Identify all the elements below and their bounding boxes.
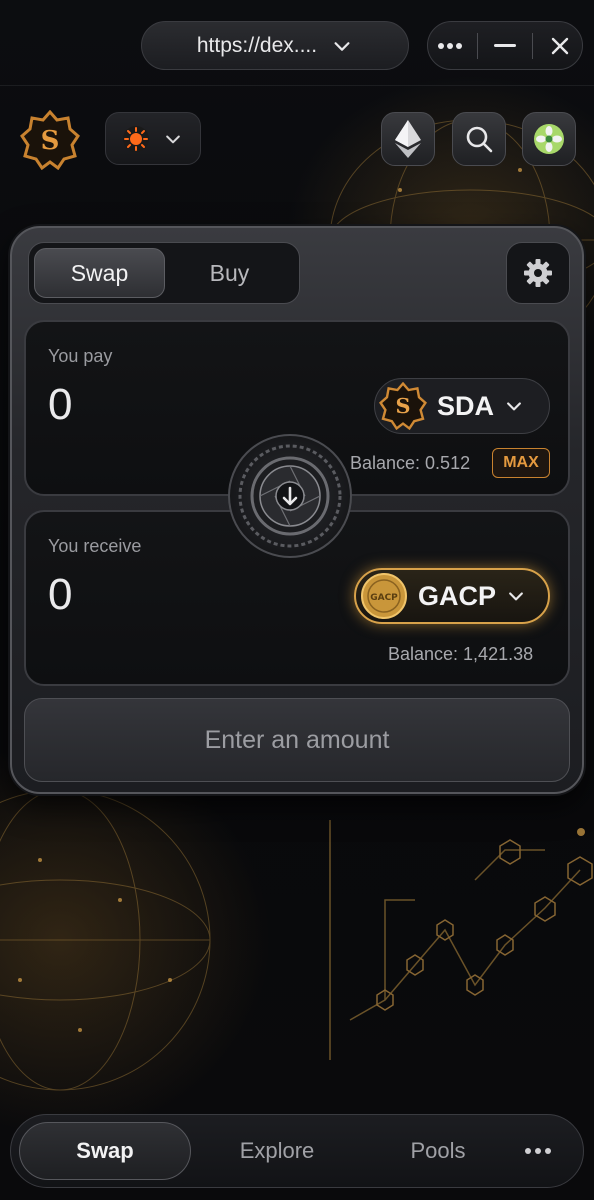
chevron-down-icon bbox=[334, 41, 350, 51]
close-button[interactable] bbox=[542, 28, 578, 64]
app-logo[interactable]: S bbox=[20, 109, 80, 171]
ethereum-button[interactable] bbox=[381, 112, 435, 166]
pay-balance: Balance: 0.512 bbox=[350, 453, 471, 473]
divider bbox=[531, 32, 533, 59]
pay-token-selector[interactable]: S SDA bbox=[374, 378, 550, 434]
sda-logo-icon: S bbox=[20, 109, 80, 171]
enter-amount-button[interactable]: Enter an amount bbox=[24, 698, 570, 782]
chevron-down-icon bbox=[509, 592, 523, 601]
gear-icon bbox=[524, 259, 552, 287]
swap-buy-tabs: Swap Buy bbox=[28, 242, 300, 304]
gacp-token-icon: GACP bbox=[360, 572, 408, 620]
nav-explore[interactable]: Explore bbox=[191, 1122, 363, 1180]
svg-text:S: S bbox=[395, 393, 410, 418]
receive-token-selector[interactable]: GACP GACP bbox=[354, 568, 550, 624]
sun-network-icon bbox=[123, 125, 149, 152]
nav-swap[interactable]: Swap bbox=[19, 1122, 191, 1180]
pay-token-symbol: SDA bbox=[437, 390, 495, 421]
search-button[interactable] bbox=[452, 112, 506, 166]
flower-avatar-icon bbox=[534, 124, 564, 154]
more-horizontal-icon bbox=[525, 1148, 551, 1154]
more-horizontal-icon bbox=[438, 42, 463, 49]
network-selector[interactable] bbox=[105, 112, 201, 165]
more-button[interactable] bbox=[432, 28, 468, 64]
chevron-down-icon bbox=[507, 402, 521, 411]
search-icon bbox=[466, 126, 493, 153]
receive-token-symbol: GACP bbox=[418, 580, 497, 611]
profile-button[interactable] bbox=[522, 112, 576, 166]
url-bar[interactable]: https://dex.... bbox=[141, 21, 409, 70]
nav-more-button[interactable] bbox=[513, 1122, 563, 1180]
chevron-down-icon bbox=[166, 135, 180, 143]
browser-toolbar: https://dex.... bbox=[0, 0, 594, 86]
ethereum-icon bbox=[395, 120, 421, 158]
receive-balance: Balance: 1,421.38 bbox=[388, 644, 534, 664]
svg-text:S: S bbox=[41, 126, 60, 156]
pay-amount-input[interactable]: 0 bbox=[48, 380, 72, 430]
max-button[interactable]: MAX bbox=[492, 448, 550, 478]
receive-label: You receive bbox=[48, 536, 142, 556]
url-text: https://dex.... bbox=[196, 33, 318, 57]
window-controls bbox=[427, 21, 583, 70]
switch-tokens-button[interactable] bbox=[228, 434, 352, 558]
nav-pools[interactable]: Pools bbox=[363, 1122, 513, 1180]
close-icon bbox=[551, 37, 568, 54]
tab-swap[interactable]: Swap bbox=[34, 248, 165, 298]
svg-text:GACP: GACP bbox=[370, 593, 398, 603]
bottom-navigation: Swap Explore Pools bbox=[10, 1114, 584, 1188]
arrow-down-icon bbox=[238, 444, 342, 548]
divider bbox=[477, 32, 479, 59]
pay-label: You pay bbox=[48, 346, 113, 366]
settings-button[interactable] bbox=[506, 242, 570, 304]
swap-card: Swap Buy You pay 0 S SDA Balance: 0.512 … bbox=[10, 226, 584, 794]
minimize-icon bbox=[493, 43, 516, 47]
tab-buy[interactable]: Buy bbox=[165, 248, 294, 298]
minimize-button[interactable] bbox=[487, 28, 523, 64]
sda-token-icon: S bbox=[379, 382, 427, 430]
receive-amount: 0 bbox=[48, 570, 73, 619]
